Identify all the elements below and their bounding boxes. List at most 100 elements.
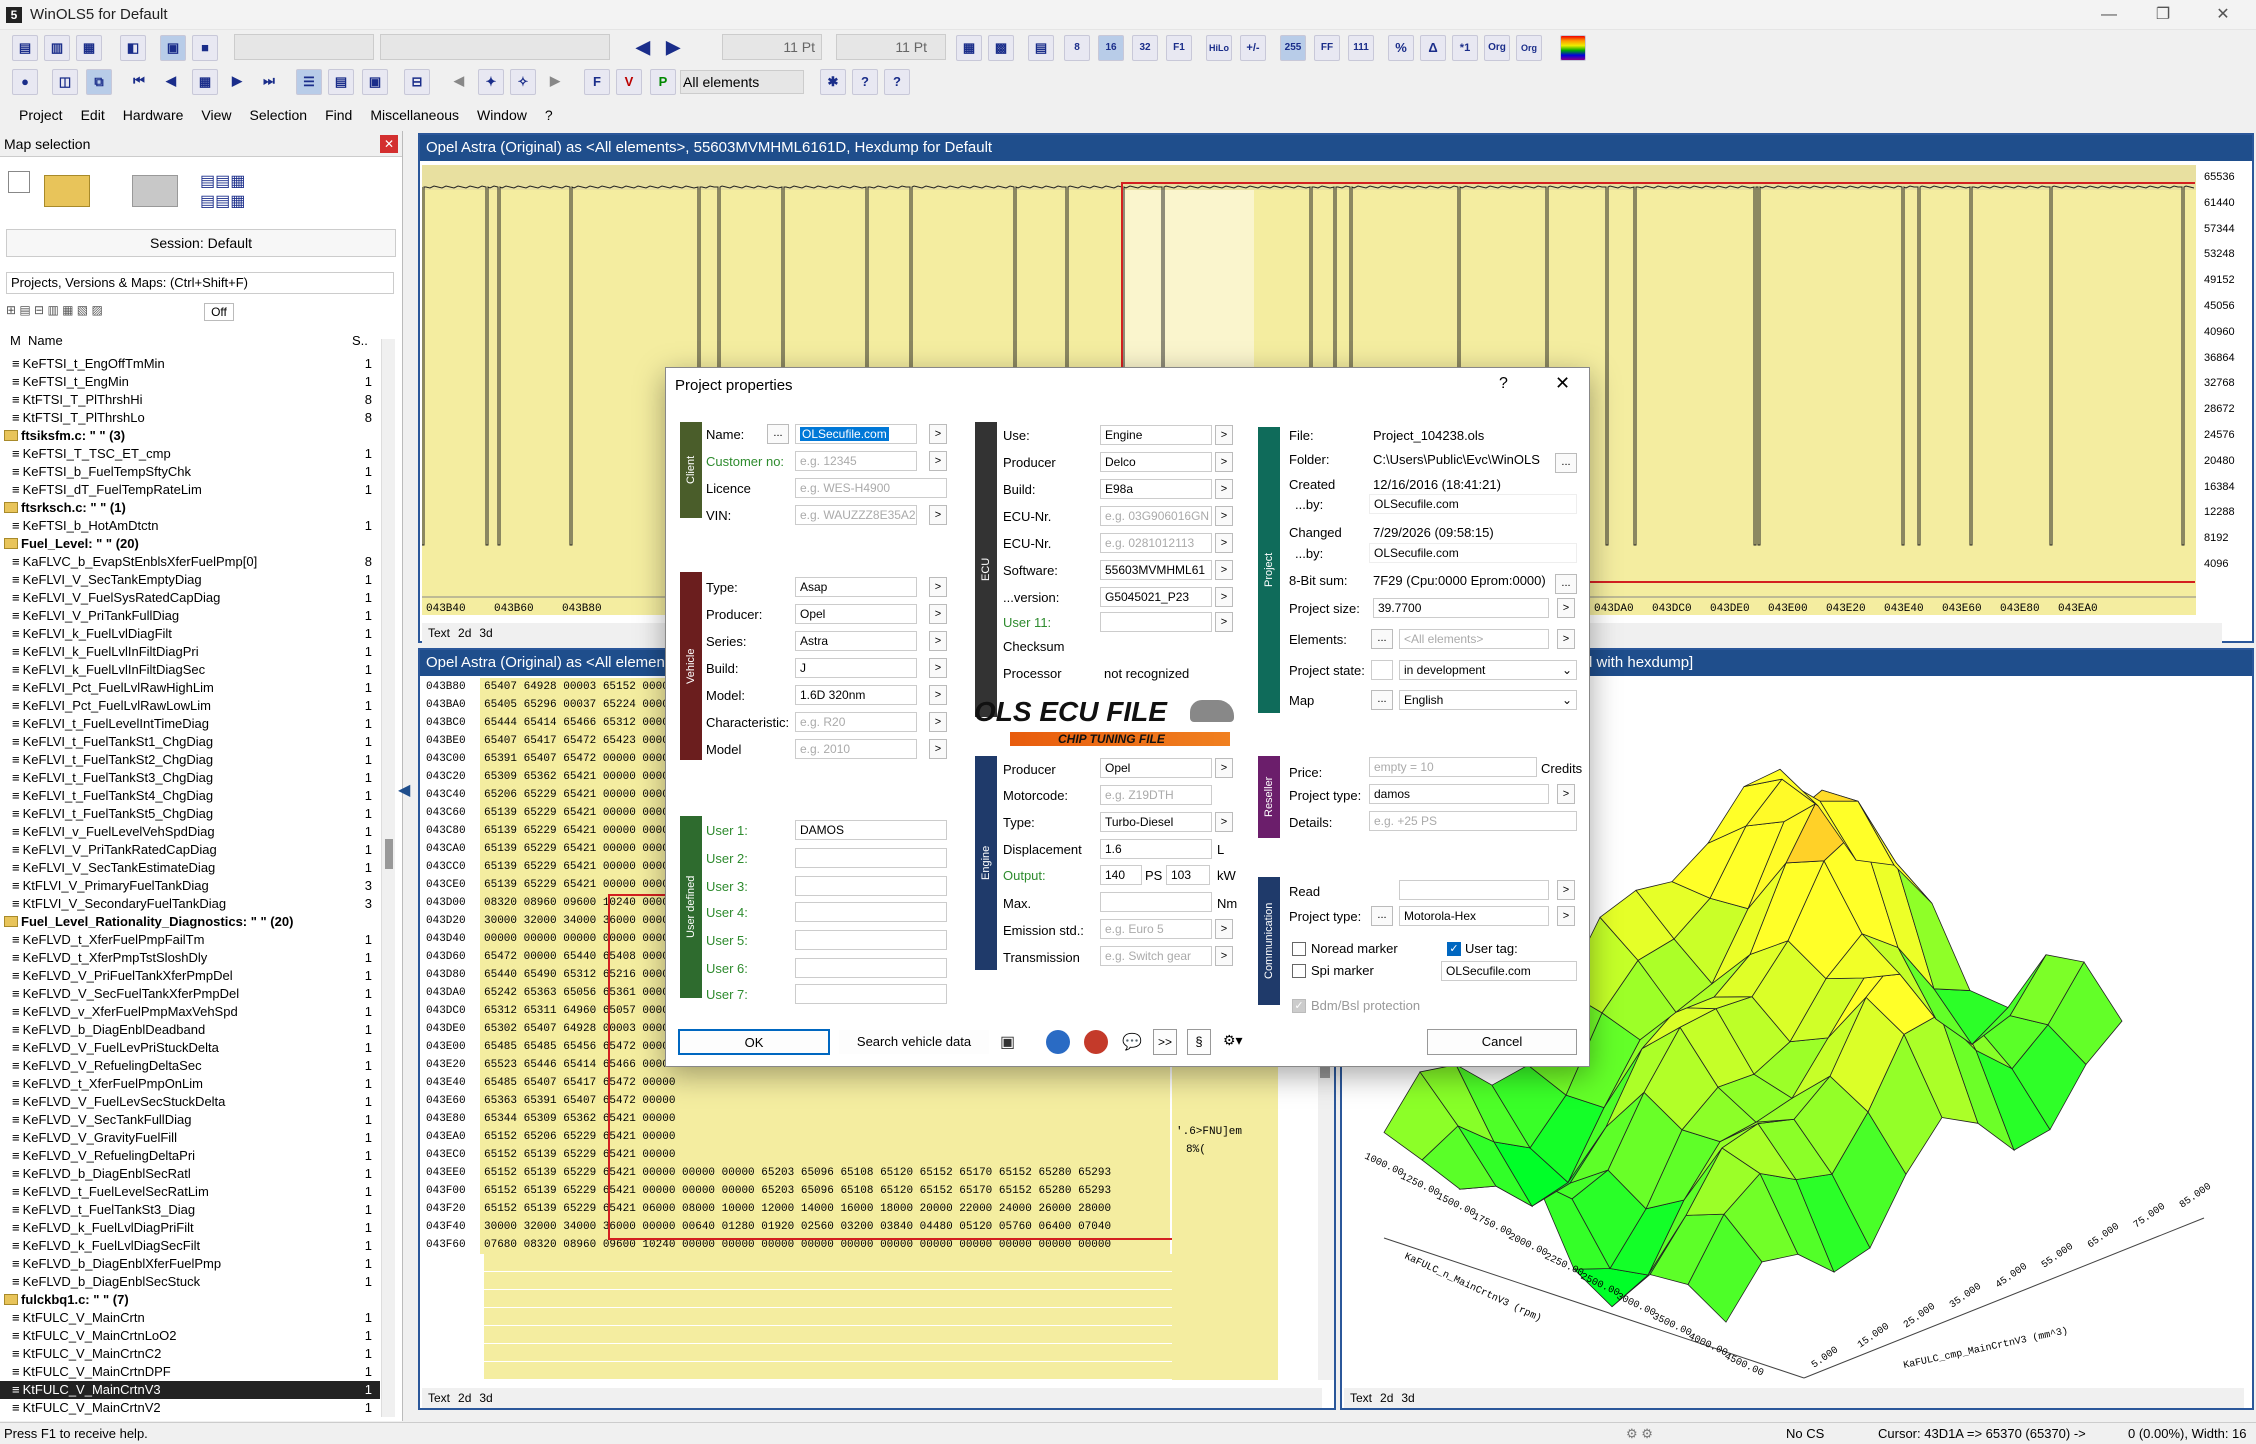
- details-field[interactable]: e.g. +25 PS: [1369, 811, 1577, 831]
- bin-icon[interactable]: 111: [1348, 35, 1374, 61]
- hex-row[interactable]: 043EE0 65152 65139 65229 65421 00000 0000…: [422, 1164, 1170, 1182]
- open-icon[interactable]: ▤: [12, 35, 38, 61]
- menu-view[interactable]: View: [201, 107, 231, 123]
- tab-2d[interactable]: 2d: [458, 623, 471, 643]
- font-size-1[interactable]: 11 Pt: [722, 34, 822, 60]
- read-field[interactable]: [1399, 880, 1549, 900]
- type-arrow[interactable]: >: [929, 577, 947, 597]
- forward-icon[interactable]: ▶: [660, 35, 686, 61]
- output-kw-field[interactable]: 103: [1166, 865, 1210, 885]
- map-list-item[interactable]: ≡ KeFTSI_dT_FuelTempRateLim 1: [0, 481, 380, 499]
- menu-window[interactable]: Window: [477, 107, 527, 123]
- software-arrow[interactable]: >: [1215, 560, 1233, 580]
- vin-field[interactable]: e.g. WAUZZZ8E35A23: [795, 505, 917, 525]
- tab-2d[interactable]: 2d: [1380, 1388, 1393, 1408]
- project-size-arrow[interactable]: >: [1557, 598, 1575, 618]
- tree-group[interactable]: ftsiksfm.c: " " (3): [0, 427, 380, 445]
- tree-group[interactable]: fulckbq1.c: " " (7): [0, 1291, 380, 1309]
- globe-icon[interactable]: [1046, 1030, 1070, 1054]
- map-list-item[interactable]: ≡ KtFTSI_T_PlThrshLo 8: [0, 409, 380, 427]
- map-list-item[interactable]: ≡ KeFLVI_V_FuelSysRatedCapDiag 1: [0, 589, 380, 607]
- grid-icon[interactable]: ▦: [956, 35, 982, 61]
- motorcode-field[interactable]: e.g. Z19DTH: [1100, 785, 1212, 805]
- build-arrow[interactable]: >: [929, 658, 947, 678]
- prev2-icon[interactable]: ◀: [446, 69, 472, 95]
- database-icon[interactable]: ▣: [1000, 1032, 1020, 1052]
- session-button[interactable]: Session: Default: [6, 229, 396, 257]
- model-field[interactable]: 1.6D 320nm: [795, 685, 917, 705]
- hex-row[interactable]: 043EC0 65152 65139 65229 65421 00000: [422, 1146, 1170, 1164]
- map-list-item[interactable]: ≡ KaFLVC_b_EvapStEnblsXferFuelPmp[0] 8: [0, 553, 380, 571]
- delta-icon[interactable]: Δ: [1420, 35, 1446, 61]
- ecu-nr1-arrow[interactable]: >: [1215, 506, 1233, 526]
- globe-alert-icon[interactable]: [1084, 1030, 1108, 1054]
- map-list-item[interactable]: ≡ KeFTSI_t_EngOffTmMin 1: [0, 355, 380, 373]
- hex-row[interactable]: 043F00 65152 65139 65229 65421 00000 0000…: [422, 1182, 1170, 1200]
- elements-field[interactable]: <All elements>: [1399, 629, 1549, 649]
- type-field[interactable]: Asap: [795, 577, 917, 597]
- price-field[interactable]: empty = 10: [1369, 757, 1537, 777]
- color-icon[interactable]: [1560, 35, 1586, 61]
- menu-edit[interactable]: Edit: [81, 107, 105, 123]
- list-icon[interactable]: ☰: [296, 69, 322, 95]
- folder-icon[interactable]: ▣: [362, 69, 388, 95]
- tree-scrollbar[interactable]: [381, 339, 395, 1417]
- col-name[interactable]: Name: [28, 333, 63, 348]
- disk-icon[interactable]: ●: [12, 69, 38, 95]
- elements-more-button[interactable]: ...: [1371, 629, 1393, 649]
- cancel-button[interactable]: Cancel: [1427, 1029, 1577, 1055]
- help-icon[interactable]: ?: [1499, 375, 1508, 393]
- map-more-button[interactable]: ...: [1371, 690, 1393, 710]
- ecu-build-field[interactable]: E98a: [1100, 479, 1212, 499]
- map-list-item[interactable]: ≡ KeFLVI_t_FuelTankSt2_ChgDiag 1: [0, 751, 380, 769]
- map-list-item[interactable]: ≡ KtFULC_V_MainCrtn 1: [0, 1309, 380, 1327]
- folder-more-button[interactable]: ...: [1555, 453, 1577, 473]
- producer-arrow[interactable]: >: [929, 604, 947, 624]
- next2-icon[interactable]: ▶: [542, 69, 568, 95]
- table-icon[interactable]: ▤: [1028, 35, 1054, 61]
- menu-project[interactable]: Project: [19, 107, 63, 123]
- map-list-item[interactable]: ≡ KeFLVI_V_PriTankRatedCapDiag 1: [0, 841, 380, 859]
- vin-arrow[interactable]: >: [929, 505, 947, 525]
- user7-field[interactable]: [795, 984, 947, 1004]
- bit8-icon[interactable]: 8: [1064, 35, 1090, 61]
- version-field[interactable]: G5045021_P23: [1100, 587, 1212, 607]
- name-more-button[interactable]: ...: [767, 424, 789, 444]
- new-icon[interactable]: [8, 171, 30, 193]
- hex-row[interactable]: 043E80 65344 65309 65362 65421 00000: [422, 1110, 1170, 1128]
- map-list-item[interactable]: ≡ KeFLVI_Pct_FuelLvlRawHighLim 1: [0, 679, 380, 697]
- sign-icon[interactable]: +/-: [1240, 35, 1266, 61]
- map-list-item[interactable]: ≡ KeFLVD_v_XferFuelPmpMaxVehSpd 1: [0, 1003, 380, 1021]
- map-list-item[interactable]: ≡ KeFLVD_t_FuelLevelSecRatLim 1: [0, 1183, 380, 1201]
- import-icon[interactable]: ▥: [44, 35, 70, 61]
- map-list-item[interactable]: ≡ KeFLVD_V_GravityFuelFill 1: [0, 1129, 380, 1147]
- map-list-item[interactable]: ≡ KeFLVD_V_FuelLevPriStuckDelta 1: [0, 1039, 380, 1057]
- characteristic-field[interactable]: e.g. R20: [795, 712, 917, 732]
- ecu-nr2-field[interactable]: e.g. 0281012113: [1100, 533, 1212, 553]
- map-list-item[interactable]: ≡ KeFLVI_k_FuelLvlInFiltDiagPri 1: [0, 643, 380, 661]
- view-icon[interactable]: ▣: [160, 35, 186, 61]
- maximize-button[interactable]: ❐: [2140, 0, 2186, 30]
- map-list-item[interactable]: ≡ KeFLVI_t_FuelLevelIntTimeDiag 1: [0, 715, 380, 733]
- project-tools-icon[interactable]: ▤▤▦ ▤▤▦: [200, 171, 272, 217]
- tab-3d[interactable]: 3d: [1401, 1388, 1414, 1408]
- menu-miscellaneous[interactable]: Miscellaneous: [370, 107, 459, 123]
- map-list-item[interactable]: ≡ KtFULC_V_MainCrtnDPF 1: [0, 1363, 380, 1381]
- map-list-item[interactable]: ≡ KeFLVD_k_FuelLvlDiagSecFilt 1: [0, 1237, 380, 1255]
- model2-field[interactable]: e.g. 2010: [795, 739, 917, 759]
- more-button[interactable]: >>: [1153, 1029, 1177, 1055]
- font-size-2[interactable]: 11 Pt: [836, 34, 946, 60]
- map-list-item[interactable]: ≡ KeFLVI_t_FuelTankSt5_ChgDiag 1: [0, 805, 380, 823]
- map-list-item[interactable]: ≡ KeFTSI_b_HotAmDtctn 1: [0, 517, 380, 535]
- map-list-item[interactable]: ≡ KtFULC_V_MainCrtnV2 1: [0, 1399, 380, 1417]
- build-field[interactable]: J: [795, 658, 917, 678]
- link-icon[interactable]: ⧉: [86, 69, 112, 95]
- map-list-item[interactable]: ≡ KeFTSI_T_TSC_ET_cmp 1: [0, 445, 380, 463]
- user5-field[interactable]: [795, 930, 947, 950]
- map-list-item[interactable]: ≡ KeFLVD_k_FuelLvlDiagPriFilt 1: [0, 1219, 380, 1237]
- col-m[interactable]: M: [10, 333, 21, 348]
- emission-arrow[interactable]: >: [1215, 919, 1233, 939]
- map-list-item[interactable]: ≡ KeFLVI_k_FuelLvlInFiltDiagSec 1: [0, 661, 380, 679]
- usertag-checkbox[interactable]: ✓: [1447, 942, 1461, 956]
- map-list-item[interactable]: ≡ KeFLVD_V_SecTankFullDiag 1: [0, 1111, 380, 1129]
